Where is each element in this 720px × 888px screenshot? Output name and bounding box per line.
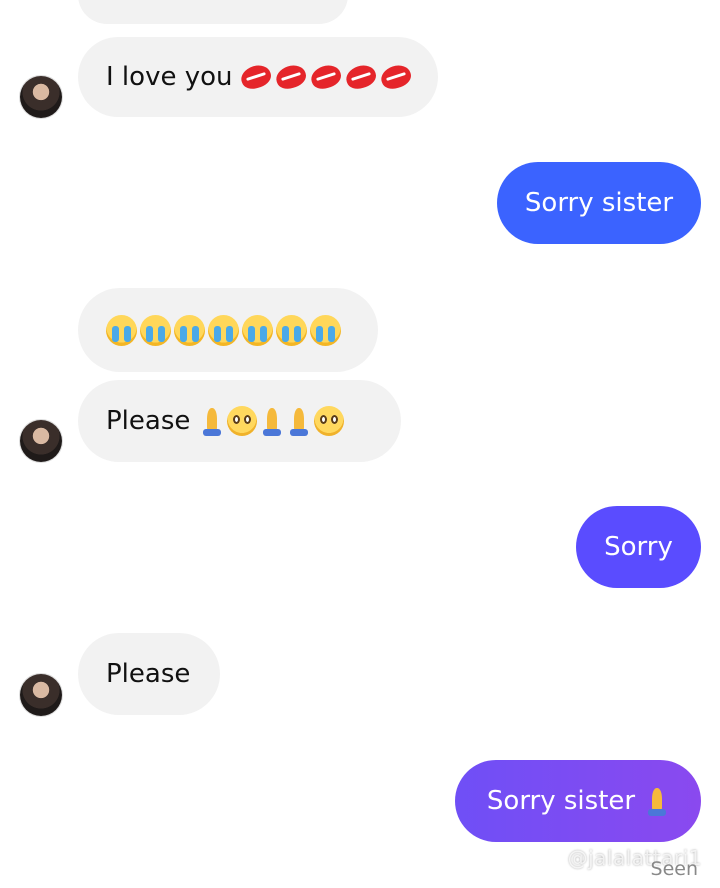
crying-face-emoji xyxy=(310,314,341,346)
lips-emoji xyxy=(310,64,342,90)
lips-emoji xyxy=(345,64,377,90)
message-bubble-outgoing[interactable]: Sorry sister xyxy=(455,760,701,842)
message-text: Sorry xyxy=(604,532,673,562)
contact-avatar[interactable] xyxy=(20,674,62,716)
crying-emoji-group xyxy=(106,314,341,346)
crying-face-emoji xyxy=(276,314,307,346)
message-bubble-outgoing[interactable]: Sorry sister xyxy=(497,162,701,244)
praying-hands-emoji xyxy=(287,406,311,436)
message-bubble-incoming[interactable]: Please xyxy=(78,633,220,715)
message-bubble-outgoing[interactable]: Sorry xyxy=(576,506,701,588)
message-text: Sorry sister xyxy=(524,188,674,218)
lips-emoji xyxy=(380,64,412,90)
crying-face-emoji xyxy=(208,314,239,346)
lips-emoji-group xyxy=(240,64,412,90)
praying-hands-emoji xyxy=(260,406,284,436)
message-text: Please xyxy=(106,406,191,436)
message-text: Please xyxy=(106,659,191,689)
crying-face-emoji xyxy=(242,314,273,346)
contact-avatar[interactable] xyxy=(20,76,62,118)
lips-emoji xyxy=(275,64,307,90)
contact-avatar[interactable] xyxy=(20,420,62,462)
message-bubble-incoming[interactable] xyxy=(78,288,378,372)
crying-face-emoji xyxy=(140,314,171,346)
message-text: Sorry sister xyxy=(486,786,636,816)
reaction-emoji-group xyxy=(200,406,345,436)
message-text: I love you xyxy=(106,62,233,92)
praying-hands-emoji xyxy=(200,406,224,436)
message-bubble-incoming[interactable]: Please xyxy=(78,380,401,462)
pleading-face-emoji xyxy=(314,406,345,436)
lips-emoji xyxy=(240,64,272,90)
seen-status: Seen xyxy=(650,858,698,880)
message-bubble-partial[interactable] xyxy=(78,0,348,24)
crying-face-emoji xyxy=(174,314,205,346)
crying-face-emoji xyxy=(106,314,137,346)
message-bubble-incoming[interactable]: I love you xyxy=(78,37,438,117)
pleading-face-emoji xyxy=(227,406,258,436)
praying-hands-emoji xyxy=(645,786,669,816)
